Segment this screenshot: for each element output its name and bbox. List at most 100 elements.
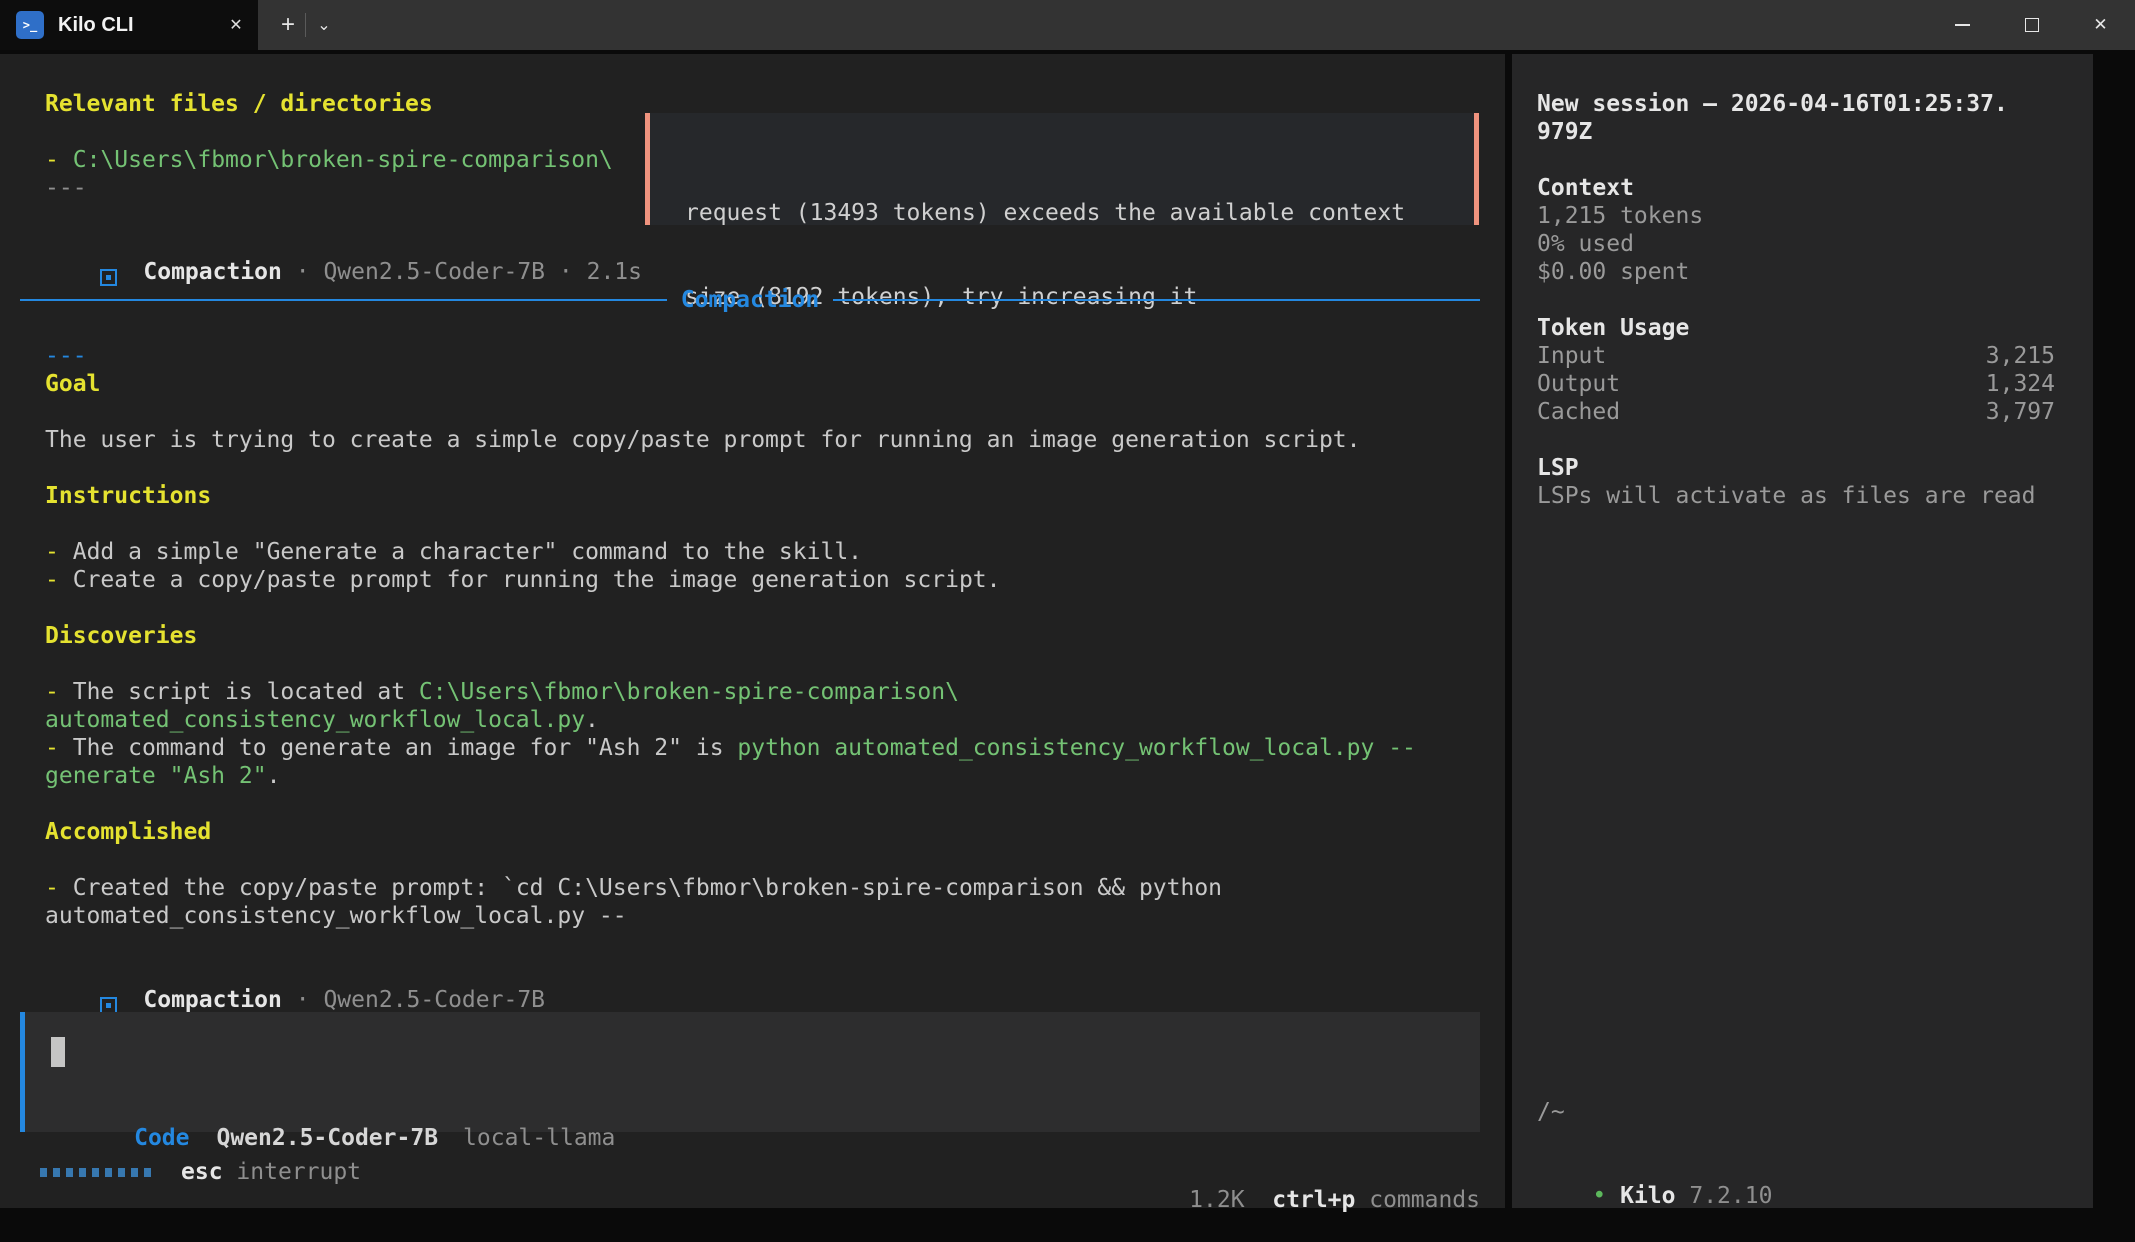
token-usage-row: Cached 3,797 [1537,398,2055,426]
context-tokens: 1,215 tokens [1537,202,1703,230]
new-tab-button[interactable]: + [272,9,304,41]
mode-selector[interactable]: Code [134,1125,189,1151]
dot-separator: · [296,259,310,285]
discovery-item: - The command to generate an image for "… [45,734,1416,762]
script-path: automated_consistency_workflow_local.py [45,707,585,733]
status-bar-right: 1.2K ctrl+p commands [1134,1158,1480,1186]
maximize-button[interactable] [1997,0,2066,50]
status-bar-left: esc interrupt [40,1158,361,1186]
instruction-item: - Add a simple "Generate a character" co… [45,538,862,566]
accomplished-text: Created the copy/paste prompt: `cd C:\Us… [73,875,1222,901]
error-line-1: request (13493 tokens) exceeds the avail… [685,199,1474,227]
spinner-dot [118,1168,125,1177]
list-dash: - [45,567,59,593]
duration: 2.1s [587,259,642,285]
maximize-icon [2025,18,2039,32]
discovery-item: - The script is located at C:\Users\fbmo… [45,678,959,706]
token-usage-label: Output [1537,370,1620,398]
tabbar-separator [305,13,306,37]
terminal-tab[interactable]: >_ Kilo CLI ✕ [0,0,258,50]
dot-separator: · [296,987,310,1013]
token-usage-label: Cached [1537,398,1620,426]
status-dot-icon: • [1592,1183,1606,1209]
context-spent: $0.00 spent [1537,258,1689,286]
period: . [585,707,599,733]
close-button[interactable]: ✕ [2066,0,2135,50]
file-path: C:\Users\fbmor\broken-spire-comparison\ [73,147,613,173]
list-dash: - [45,735,59,761]
app-version: 7.2.10 [1689,1183,1772,1209]
frontmatter-marker: --- [45,342,87,370]
session-title-wrap: 979Z [1537,118,1592,146]
list-dash: - [45,539,59,565]
compaction-status-bottom: Compaction · Qwen2.5-Coder-7B [45,958,545,986]
discovery-text: The command to generate an image for "As… [73,735,738,761]
accomplished-item-wrap: automated_consistency_workflow_local.py … [45,902,627,930]
instructions-heading: Instructions [45,482,211,510]
esc-action-hint: interrupt [236,1158,361,1186]
session-sidebar: New session — 2026-04-16T01:25:37. 979Z … [1512,54,2093,1208]
commands-label: commands [1369,1187,1480,1213]
goal-heading: Goal [45,370,100,398]
spinner-dot [40,1168,47,1177]
model-name: Qwen2.5-Coder-7B [323,259,545,285]
spinner-dots [40,1168,151,1177]
token-usage-value: 3,215 [1986,342,2055,370]
powershell-icon: >_ [16,11,44,39]
spinner-dot [131,1168,138,1177]
discoveries-heading: Discoveries [45,622,197,650]
compaction-label: Compaction [143,987,281,1013]
instruction-text: Create a copy/paste prompt for running t… [73,567,1001,593]
discovery-item-wrap: generate "Ash 2". [45,762,280,790]
spinner-dot [105,1168,112,1177]
tab-dropdown-button[interactable]: ⌄ [308,9,340,41]
token-usage-label: Input [1537,342,1606,370]
spinner-dot [144,1168,151,1177]
prompt-input[interactable]: CodeQwen2.5-Coder-7Blocal-llama [20,1012,1480,1132]
token-usage-heading: Token Usage [1537,314,1689,342]
instruction-text: Add a simple "Generate a character" comm… [73,539,862,565]
token-usage-row: Output 1,324 [1537,370,2055,398]
token-usage-row: Input 3,215 [1537,342,2055,370]
minimize-icon [1955,24,1970,26]
command-text: generate "Ash 2" [45,763,267,789]
context-used: 0% used [1537,230,1634,258]
compaction-status-top: Compaction · Qwen2.5-Coder-7B · 2.1s [45,230,642,258]
app-version-row: • Kilo 7.2.10 [1537,1154,1772,1182]
discovery-text: The script is located at [73,679,419,705]
spinner-dot [92,1168,99,1177]
compaction-icon [100,269,117,286]
space [223,1158,237,1186]
script-path: C:\Users\fbmor\broken-spire-comparison\ [419,679,959,705]
error-message-box: request (13493 tokens) exceeds the avail… [645,113,1479,225]
accomplished-heading: Accomplished [45,818,211,846]
session-title: New session — 2026-04-16T01:25:37. [1537,90,2008,118]
model-selector[interactable]: Qwen2.5-Coder-7B [216,1125,438,1151]
token-usage-value: 1,324 [1986,370,2055,398]
discovery-item-wrap: automated_consistency_workflow_local.py. [45,706,599,734]
tab-close-icon[interactable]: ✕ [222,11,250,39]
context-size: 1.2K [1189,1187,1244,1213]
list-dash: - [45,147,59,173]
minimize-button[interactable] [1928,0,1997,50]
instruction-item: - Create a copy/paste prompt for running… [45,566,1000,594]
input-footer: CodeQwen2.5-Coder-7Blocal-llama [51,1096,615,1124]
goal-body: The user is trying to create a simple co… [45,426,1360,454]
model-name: Qwen2.5-Coder-7B [323,987,545,1013]
tab-title: Kilo CLI [58,14,134,37]
lsp-heading: LSP [1537,454,1579,482]
command-text: python automated_consistency_workflow_lo… [737,735,1416,761]
list-dash: - [45,875,59,901]
context-heading: Context [1537,174,1634,202]
compaction-divider: Compaction [20,286,1480,314]
cwd-path: /~ [1537,1098,1565,1126]
lsp-description: LSPs will activate as files are read [1537,482,2036,510]
window-controls: ✕ [1928,0,2135,50]
relevant-files-heading: Relevant files / directories [45,90,433,118]
text-cursor [51,1037,65,1067]
relevant-separator: --- [45,174,87,202]
spinner-dot [79,1168,86,1177]
esc-key-hint: esc [181,1158,223,1186]
app-name: Kilo [1620,1183,1675,1209]
close-icon: ✕ [2093,15,2107,35]
